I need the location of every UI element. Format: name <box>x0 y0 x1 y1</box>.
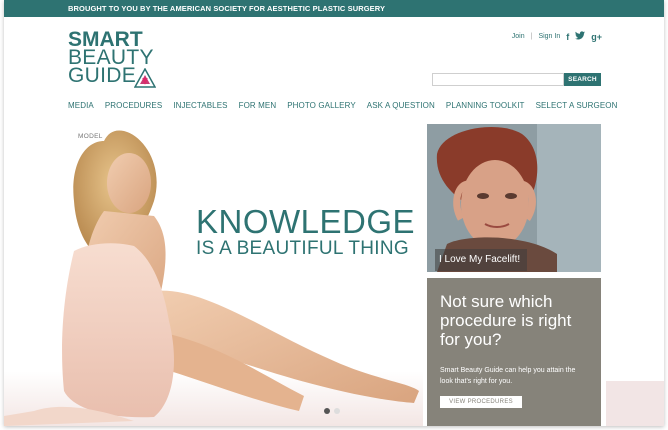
carousel-dot-2[interactable] <box>334 408 340 414</box>
procedure-finder-card: Not sure which procedure is right for yo… <box>427 278 601 426</box>
view-procedures-button[interactable]: VIEW PROCEDURES <box>440 396 522 408</box>
facebook-icon[interactable]: f <box>566 32 569 42</box>
nav-injectables[interactable]: INJECTABLES <box>173 101 227 110</box>
nav-media[interactable]: MEDIA <box>68 101 94 110</box>
logo[interactable]: SMART BEAUTY GUIDE <box>68 29 168 88</box>
logo-triangle-icon <box>134 68 156 88</box>
hero-model-image <box>4 130 419 426</box>
side-decor <box>606 381 664 426</box>
facelift-caption: I Love My Facelift! <box>435 249 528 271</box>
twitter-icon[interactable] <box>575 31 586 42</box>
nav-procedures[interactable]: PROCEDURES <box>105 101 162 110</box>
model-label: MODEL <box>78 133 103 140</box>
nav-select-a-surgeon[interactable]: SELECT A SURGEON <box>536 101 618 110</box>
nav-for-men[interactable]: FOR MEN <box>239 101 277 110</box>
nav-planning-toolkit[interactable]: PLANNING TOOLKIT <box>446 101 525 110</box>
hero-subheadline: IS A BEAUTIFUL THING <box>196 238 409 259</box>
carousel-dot-1[interactable] <box>324 408 330 414</box>
search-input[interactable] <box>432 73 564 86</box>
sign-in-link[interactable]: Sign In <box>538 33 560 40</box>
join-link[interactable]: Join <box>512 33 525 40</box>
procedure-finder-text: Smart Beauty Guide can help you attain t… <box>440 367 576 385</box>
search-button[interactable]: SEARCH <box>564 73 601 86</box>
google-plus-icon[interactable]: g+ <box>591 32 602 42</box>
page: BROUGHT TO YOU BY THE AMERICAN SOCIETY F… <box>4 0 664 426</box>
facelift-promo[interactable]: I Love My Facelift! <box>427 124 601 272</box>
main-nav: MEDIA PROCEDURES INJECTABLES FOR MEN PHO… <box>68 101 618 110</box>
procedure-finder-question: Not sure which procedure is right for yo… <box>440 292 572 349</box>
hero-banner[interactable]: MODEL KNOWLEDGE IS A BEAUTIFUL THING <box>4 121 423 426</box>
hero-headline: KNOWLEDGE <box>196 203 416 240</box>
util-separator: | <box>530 33 533 40</box>
nav-photo-gallery[interactable]: PHOTO GALLERY <box>287 101 356 110</box>
nav-ask-a-question[interactable]: ASK A QUESTION <box>367 101 435 110</box>
top-banner: BROUGHT TO YOU BY THE AMERICAN SOCIETY F… <box>4 0 664 17</box>
carousel-dots <box>324 408 340 414</box>
top-banner-text: BROUGHT TO YOU BY THE AMERICAN SOCIETY F… <box>68 4 386 13</box>
utility-links: Join | Sign In f g+ <box>512 31 602 42</box>
